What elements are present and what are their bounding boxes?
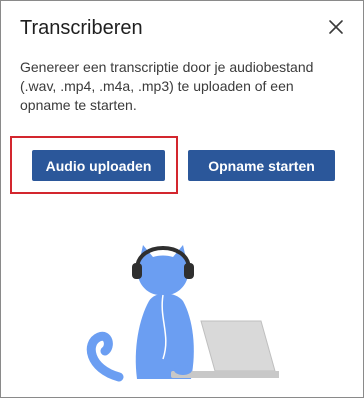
close-button[interactable] bbox=[325, 16, 347, 38]
panel-title: Transcriberen bbox=[20, 17, 143, 39]
start-recording-button[interactable]: Opname starten bbox=[188, 150, 335, 181]
transcribe-panel: Transcriberen Genereer een transcriptie … bbox=[0, 0, 364, 398]
upload-audio-button[interactable]: Audio uploaden bbox=[32, 150, 165, 181]
panel-description: Genereer een transcriptie door je audiob… bbox=[20, 59, 314, 113]
close-icon bbox=[329, 20, 343, 34]
cat-headphones-illustration bbox=[86, 245, 279, 382]
